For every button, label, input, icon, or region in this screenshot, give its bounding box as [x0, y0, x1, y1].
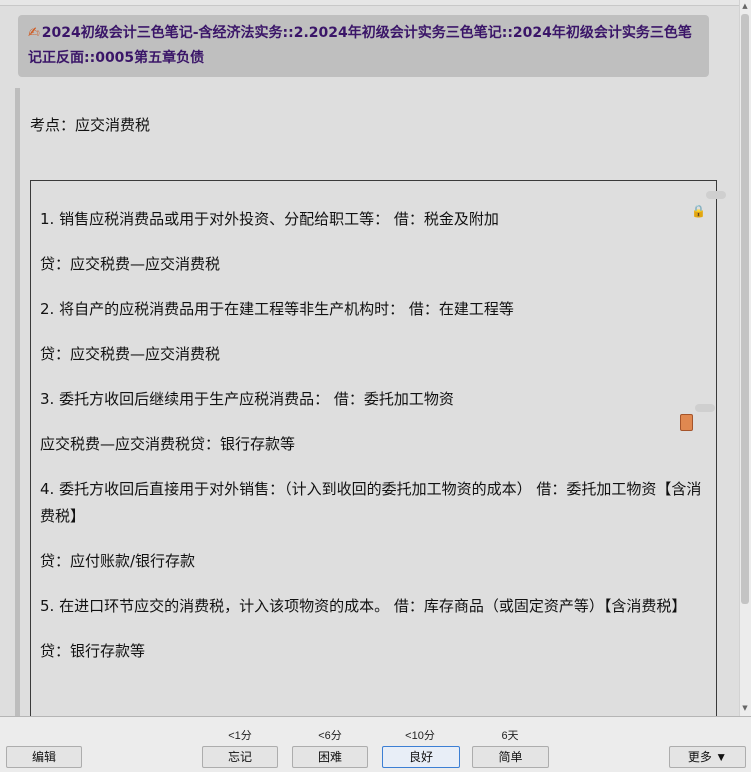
note-line: 贷：应交税费—应交消费税 [40, 345, 221, 363]
note-line: 2. 将自产的应税消费品用于在建工程等非生产机构时： 借：在建工程等 [40, 300, 514, 318]
vertical-scrollbar[interactable]: ▲ ▼ [739, 0, 751, 716]
answer-interval-again: <1分 [228, 730, 252, 742]
answer-interval-easy: 6天 [501, 730, 519, 742]
answer-interval-hard: <6分 [318, 730, 342, 742]
hard-button[interactable]: 困难 [292, 746, 368, 768]
scroll-down-arrow-icon[interactable]: ▼ [741, 704, 749, 712]
left-margin-bar [15, 88, 20, 716]
note-line: 1. 销售应税消费品或用于对外投资、分配给职工等： 借：税金及附加 [40, 210, 499, 228]
window-top-edge [0, 0, 739, 6]
note-line: 5. 在进口环节应交的消费税，计入该项物资的成本。 借：库存商品（或固定资产等）… [40, 597, 687, 615]
deck-path-header: ✍ 2024初级会计三色笔记-含经济法实务::2.2024年初级会计实务三色笔记:… [18, 15, 709, 77]
review-toolbar: 编辑 <1分 <6分 <10分 6天 忘记 困难 良好 简单 更多 ▼ [0, 716, 751, 772]
more-button[interactable]: 更多 ▼ [669, 746, 746, 768]
floating-toggle-button[interactable] [706, 191, 726, 199]
deck-path-title: 2024初级会计三色笔记-含经济法实务::2.2024年初级会计实务三色笔记::… [28, 25, 692, 66]
topic-heading: 考点：应交消费税 [30, 116, 151, 134]
floating-toggle-button[interactable] [695, 404, 715, 412]
note-line: 贷：银行存款等 [40, 642, 146, 660]
answer-interval-good: <10分 [405, 730, 435, 742]
good-button[interactable]: 良好 [382, 746, 460, 768]
pencil-icon: ✍ [28, 25, 40, 41]
note-line: 4. 委托方收回后直接用于对外销售：（计入到收回的委托加工物资的成本） 借：委托… [40, 480, 702, 525]
lock-icon[interactable]: 🔒 [691, 204, 706, 218]
note-line: 3. 委托方收回后继续用于生产应税消费品： 借：委托加工物资 [40, 390, 454, 408]
scroll-up-arrow-icon[interactable]: ▲ [741, 2, 749, 10]
easy-button[interactable]: 简单 [472, 746, 549, 768]
edit-button[interactable]: 编辑 [6, 746, 82, 768]
note-content-box: 1. 销售应税消费品或用于对外投资、分配给职工等： 借：税金及附加 贷：应交税费… [30, 180, 717, 720]
note-line: 应交税费—应交消费税贷：银行存款等 [40, 435, 296, 453]
note-line: 贷：应付账款/银行存款 [40, 552, 196, 570]
scrollbar-thumb[interactable] [741, 14, 749, 604]
again-button[interactable]: 忘记 [202, 746, 278, 768]
book-icon[interactable] [680, 414, 693, 431]
note-line: 贷：应交税费—应交消费税 [40, 255, 221, 273]
